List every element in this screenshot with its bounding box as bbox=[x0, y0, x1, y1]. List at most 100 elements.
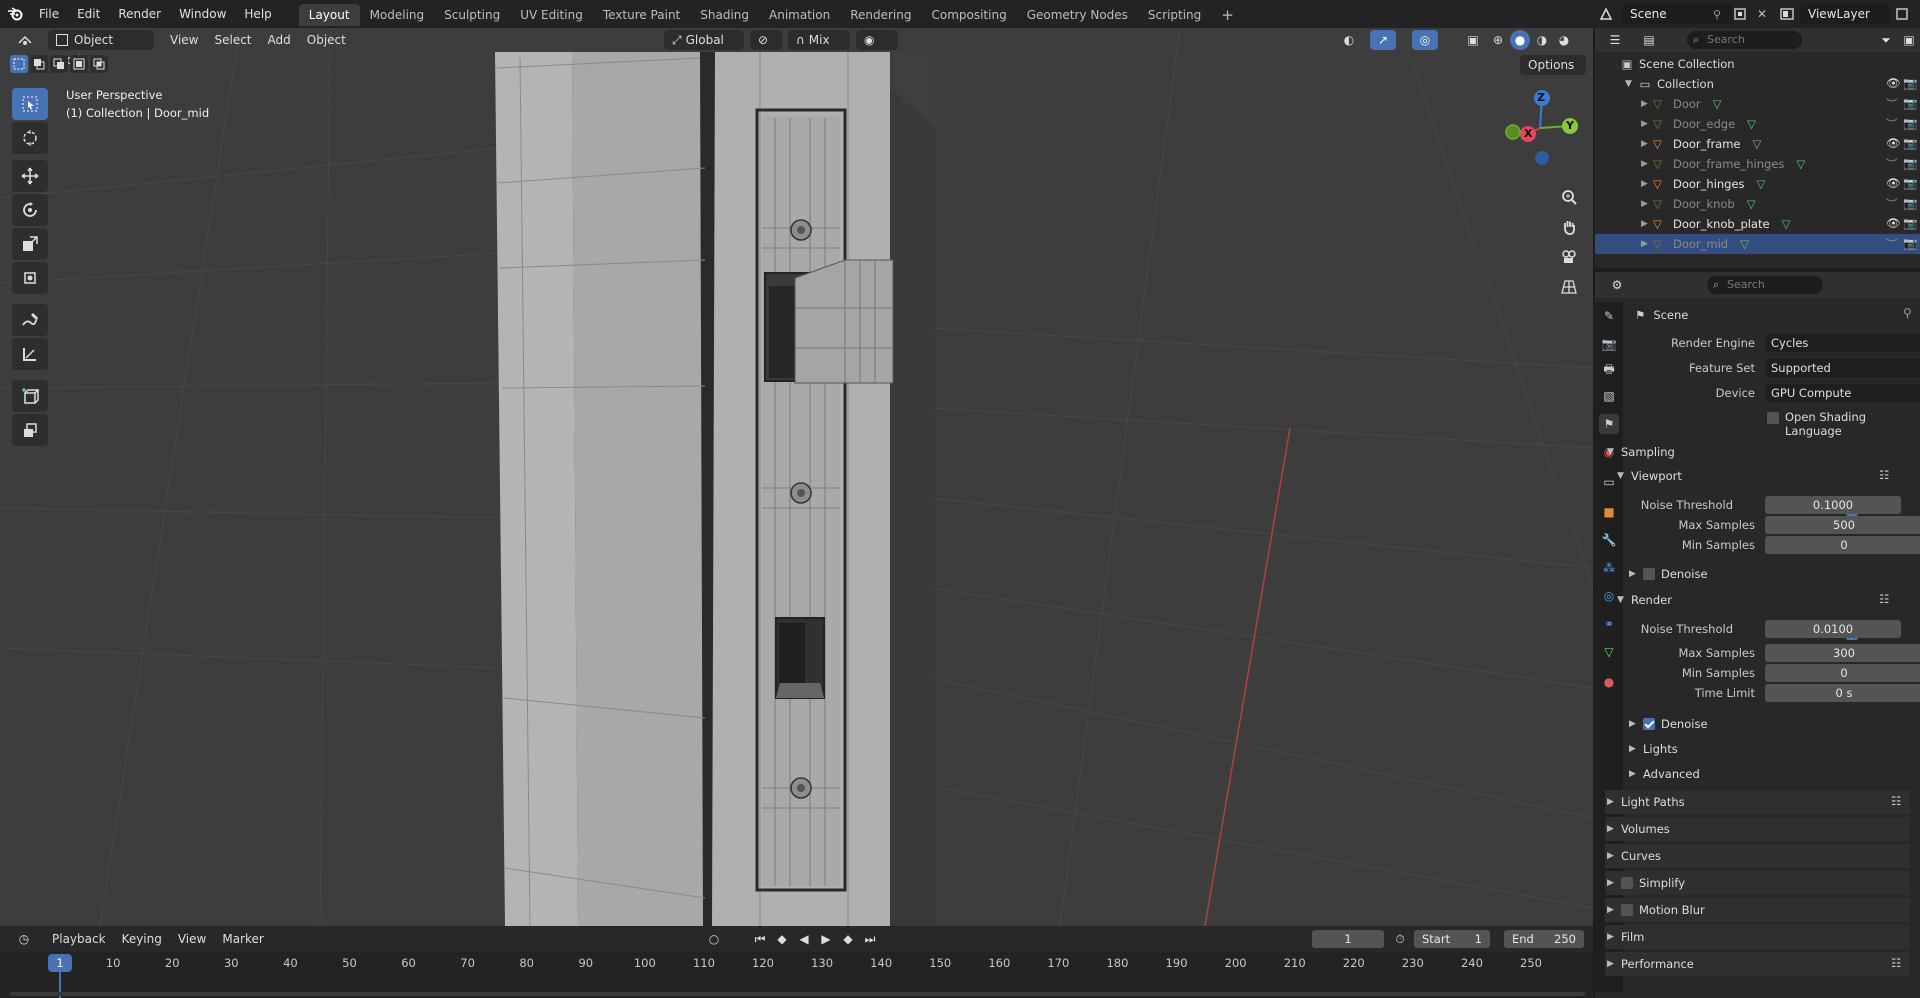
select-intersect-icon[interactable] bbox=[90, 55, 108, 73]
record-icon[interactable]: ○ bbox=[704, 929, 724, 949]
tab-uv-editing[interactable]: UV Editing bbox=[510, 4, 593, 26]
simplify-checkbox[interactable] bbox=[1621, 877, 1633, 889]
item-expand-icon[interactable]: ▶ bbox=[1641, 139, 1653, 149]
editor-type-icon[interactable] bbox=[8, 30, 44, 50]
play-icon[interactable]: ▶ bbox=[816, 929, 836, 949]
tab-scripting[interactable]: Scripting bbox=[1138, 4, 1211, 26]
render-min-samples-field[interactable]: 0 bbox=[1765, 664, 1920, 682]
item-expand-icon[interactable]: ▶ bbox=[1641, 159, 1653, 169]
proportional-editing-toggle[interactable]: ◉ bbox=[856, 30, 898, 50]
render-camera-icon[interactable]: 📷 bbox=[1903, 236, 1917, 250]
material-shading-icon[interactable]: ◑ bbox=[1532, 30, 1552, 50]
rendered-shading-icon[interactable]: ◕ bbox=[1554, 30, 1574, 50]
collection-tab-icon[interactable]: ▭ bbox=[1599, 472, 1619, 492]
collection-render-icon[interactable]: 📷 bbox=[1903, 76, 1917, 90]
menu-file[interactable]: File bbox=[30, 0, 68, 28]
render-camera-icon[interactable]: 📷 bbox=[1903, 176, 1917, 190]
view-layer-selector[interactable]: ViewLayer bbox=[1800, 4, 1890, 24]
render-subpanel-header[interactable]: ▼ Render ☷ bbox=[1617, 588, 1907, 612]
scale-tool-icon[interactable] bbox=[12, 228, 48, 260]
motion-blur-panel-header[interactable]: ▶ Motion Blur bbox=[1605, 898, 1910, 922]
tab-rendering[interactable]: Rendering bbox=[840, 4, 921, 26]
move-tool-icon[interactable] bbox=[12, 160, 48, 192]
delete-scene-icon[interactable]: ✕ bbox=[1752, 4, 1772, 24]
visibility-eye-icon[interactable]: 👁 bbox=[1886, 176, 1901, 190]
viewport-presets-icon[interactable]: ☷ bbox=[1879, 468, 1889, 482]
render-engine-dropdown[interactable]: Cycles bbox=[1765, 334, 1920, 352]
cursor-tool-icon[interactable] bbox=[12, 122, 48, 154]
outliner-item[interactable]: ▶ ▽ Door_edge ▽ ︶ 📷 bbox=[1595, 114, 1920, 134]
outliner-item[interactable]: ▶ ▽ Door_frame_hinges ▽ ︶ 📷 bbox=[1595, 154, 1920, 174]
extrude-tool-icon[interactable] bbox=[12, 414, 48, 446]
menu-edit[interactable]: Edit bbox=[68, 0, 109, 28]
outliner-item[interactable]: ▶ ▽ Door_mid ▽ ︶ 📷 bbox=[1595, 234, 1920, 254]
motion-blur-checkbox[interactable] bbox=[1621, 904, 1633, 916]
menu-help[interactable]: Help bbox=[235, 0, 280, 28]
item-expand-icon[interactable]: ▶ bbox=[1641, 239, 1653, 249]
menu-view[interactable]: View bbox=[162, 30, 206, 50]
light-paths-panel-header[interactable]: ▶ Light Paths ☷ bbox=[1605, 790, 1910, 814]
play-reverse-icon[interactable]: ◀ bbox=[794, 929, 814, 949]
xray-toggle-icon[interactable]: ▣ bbox=[1462, 30, 1484, 50]
outliner-search-field[interactable]: ⌕ Search bbox=[1687, 31, 1802, 49]
scene-collection-row[interactable]: ▣ Scene Collection bbox=[1595, 54, 1920, 74]
object-tab-icon[interactable]: ■ bbox=[1599, 502, 1619, 522]
outliner-item[interactable]: ▶ ▽ Door_frame ▽ 👁 📷 bbox=[1595, 134, 1920, 154]
hidden-eye-icon[interactable]: ︶ bbox=[1886, 236, 1898, 252]
outliner-item[interactable]: ▶ ▽ Door_hinges ▽ 👁 📷 bbox=[1595, 174, 1920, 194]
filter-icon[interactable]: ⏷ bbox=[1873, 30, 1899, 50]
render-camera-icon[interactable]: 📷 bbox=[1903, 116, 1917, 130]
camera-view-icon[interactable] bbox=[1556, 244, 1582, 270]
add-workspace-icon[interactable]: + bbox=[1211, 4, 1244, 26]
select-subtract-icon[interactable] bbox=[50, 55, 68, 73]
modifier-tab-icon[interactable]: 🔧 bbox=[1599, 530, 1619, 550]
collection-expand-icon[interactable]: ▼ bbox=[1625, 79, 1637, 89]
menu-playback[interactable]: Playback bbox=[44, 929, 114, 949]
mesh-data-icon[interactable]: ▽ bbox=[1740, 237, 1749, 251]
hidden-eye-icon[interactable]: ︶ bbox=[1886, 156, 1898, 172]
tab-layout[interactable]: Layout bbox=[298, 4, 360, 26]
pan-hand-icon[interactable] bbox=[1556, 214, 1582, 240]
mesh-data-icon[interactable]: ▽ bbox=[1747, 197, 1756, 211]
menu-keying[interactable]: Keying bbox=[114, 929, 170, 949]
tab-compositing[interactable]: Compositing bbox=[921, 4, 1016, 26]
menu-marker[interactable]: Marker bbox=[214, 929, 271, 949]
scene-icon[interactable] bbox=[1596, 4, 1616, 24]
outliner-item[interactable]: ▶ ▽ Door_knob ▽ ︶ 📷 bbox=[1595, 194, 1920, 214]
film-panel-header[interactable]: ▶ Film bbox=[1605, 925, 1910, 949]
view-layer-tab-icon[interactable]: ▧ bbox=[1599, 386, 1619, 406]
menu-select[interactable]: Select bbox=[206, 30, 259, 50]
transform-orientation-selector[interactable]: ⤢ Global bbox=[664, 30, 744, 50]
render-tab-icon[interactable]: 📷 bbox=[1599, 334, 1619, 354]
lights-subpanel-header[interactable]: ▶ Lights bbox=[1629, 737, 1907, 761]
gizmo-toggle-icon[interactable]: ↗ bbox=[1370, 30, 1396, 50]
tool-tab-icon[interactable]: ✎ bbox=[1599, 306, 1619, 326]
annotate-tool-icon[interactable] bbox=[12, 304, 48, 336]
output-tab-icon[interactable]: 🖶 bbox=[1599, 360, 1619, 380]
physics-tab-icon[interactable]: ◎ bbox=[1599, 586, 1619, 606]
item-expand-icon[interactable]: ▶ bbox=[1641, 199, 1653, 209]
osl-checkbox[interactable] bbox=[1767, 412, 1779, 424]
new-collection-icon[interactable]: ▣ bbox=[1899, 30, 1919, 50]
mesh-data-icon[interactable]: ▽ bbox=[1747, 117, 1756, 131]
advanced-subpanel-header[interactable]: ▶ Advanced bbox=[1629, 762, 1907, 786]
perspective-toggle-icon[interactable] bbox=[1556, 274, 1582, 300]
timeline-scrollbar[interactable] bbox=[10, 992, 1585, 996]
mesh-data-icon[interactable]: ▽ bbox=[1753, 137, 1762, 151]
pin-icon[interactable]: ⚲ bbox=[1708, 4, 1726, 24]
outliner-item[interactable]: ▶ ▽ Door ▽ ︶ 📷 bbox=[1595, 94, 1920, 114]
menu-timeline-view[interactable]: View bbox=[170, 929, 214, 949]
item-expand-icon[interactable]: ▶ bbox=[1641, 99, 1653, 109]
hidden-eye-icon[interactable]: ︶ bbox=[1886, 196, 1898, 212]
jump-start-icon[interactable]: ⏮ bbox=[750, 929, 770, 949]
measure-tool-icon[interactable] bbox=[12, 338, 48, 370]
render-denoise-header[interactable]: ▶ Denoise bbox=[1629, 712, 1907, 736]
hidden-eye-icon[interactable]: ︶ bbox=[1886, 116, 1898, 132]
item-expand-icon[interactable]: ▶ bbox=[1641, 179, 1653, 189]
item-expand-icon[interactable]: ▶ bbox=[1641, 119, 1653, 129]
render-max-samples-field[interactable]: 300 bbox=[1765, 644, 1920, 662]
render-camera-icon[interactable]: 📷 bbox=[1903, 196, 1917, 210]
menu-window[interactable]: Window bbox=[170, 0, 235, 28]
prev-keyframe-icon[interactable]: ◆ bbox=[772, 929, 792, 949]
preview-range-icon[interactable]: ⏱ bbox=[1390, 929, 1410, 949]
